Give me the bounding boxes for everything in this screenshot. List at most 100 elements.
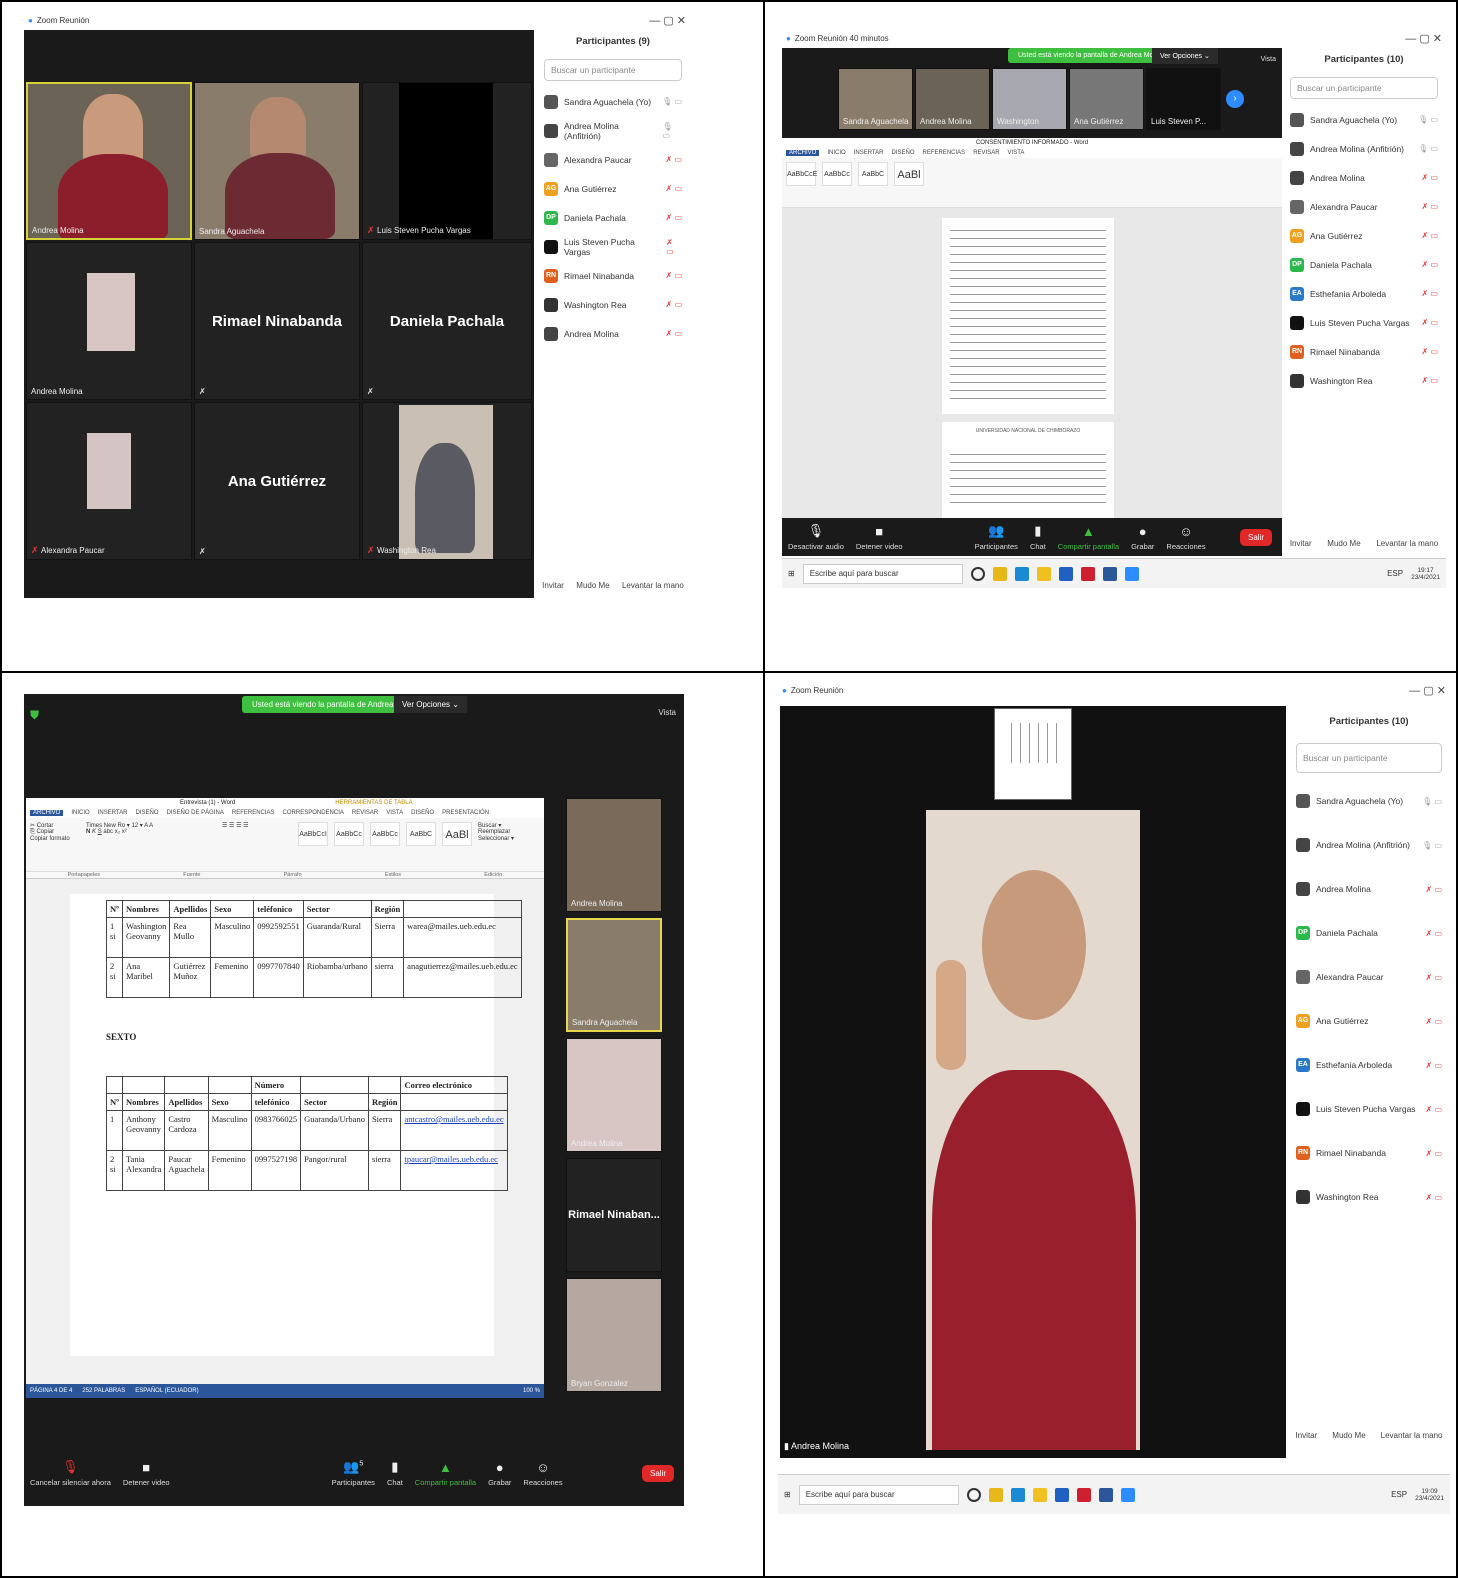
view-options-button[interactable]: Ver Opciones ⌄ — [394, 696, 467, 713]
chat-button[interactable]: ▮ Chat — [381, 1459, 409, 1487]
invite-button[interactable]: Invitar — [1290, 539, 1312, 548]
windows-start-icon[interactable]: ⊞ — [788, 569, 795, 578]
mic-status-icon[interactable]: ✗ ▭ — [666, 155, 682, 164]
stop-video-button[interactable]: ■ Detener video — [850, 524, 909, 551]
opera-icon[interactable] — [1080, 566, 1095, 581]
participant-row[interactable]: Sandra Aguachela (Yo) 🎙 ▭ — [1282, 105, 1446, 134]
taskbar-search[interactable]: Escribe aquí para buscar — [798, 1484, 959, 1505]
participant-row[interactable]: AG Ana Gutiérrez ✗ ▭ — [1282, 221, 1446, 250]
video-tile[interactable]: Rimael Ninabanda ✗ — [194, 242, 360, 400]
table-cell[interactable]: Tania Alexandra — [121, 1150, 166, 1191]
explorer-icon[interactable] — [1032, 1487, 1047, 1502]
participants-button[interactable]: 👥5 Participantes — [326, 1459, 381, 1487]
table-cell[interactable]: Anthony Geovanny — [121, 1110, 166, 1151]
participant-row[interactable]: Alexandra Paucar ✗ ▭ — [1282, 192, 1446, 221]
mic-status-icon[interactable]: ✗ ▭ — [1426, 1061, 1442, 1070]
next-page-icon[interactable]: › — [1226, 90, 1244, 108]
table-cell[interactable]: 0997707840 — [253, 957, 304, 998]
ribbon-tab[interactable]: INSERTAR — [98, 810, 128, 816]
ribbon-tab[interactable]: REVISAR — [352, 810, 378, 816]
ribbon-tab[interactable]: DISEÑO — [135, 810, 158, 816]
reactions-button[interactable]: ☺ Reacciones — [1160, 524, 1211, 551]
video-thumbnail[interactable]: Ana Gutiérrez — [1069, 68, 1144, 130]
ribbon-tab[interactable]: VISTA — [386, 810, 403, 816]
zoom-icon[interactable] — [1124, 566, 1139, 581]
opera-icon[interactable] — [1076, 1487, 1091, 1502]
table-cell[interactable]: Sierra — [370, 917, 405, 958]
share-screen-button[interactable]: ▲ Compartir pantalla — [1052, 524, 1125, 551]
ribbon-tab[interactable]: REFERENCIAS — [232, 810, 275, 816]
table-cell[interactable]: Femenino — [207, 1150, 252, 1191]
video-tile[interactable]: Andrea Molina — [26, 82, 192, 240]
video-tile[interactable]: Daniela Pachala ✗ — [362, 242, 532, 400]
table-cell[interactable]: Guaranda/Rural — [302, 917, 372, 958]
invite-button[interactable]: Invitar — [542, 581, 564, 590]
table-cell[interactable]: Masculino — [210, 917, 255, 958]
zoom-icon[interactable] — [1120, 1487, 1135, 1502]
search-input[interactable]: Buscar un participante — [1290, 77, 1438, 99]
mic-status-icon[interactable]: ✗ ▭ — [666, 300, 682, 309]
raise-hand-button[interactable]: Levantar la mano — [1381, 1431, 1443, 1440]
mic-status-icon[interactable]: 🎙 ▭ — [1422, 841, 1442, 850]
table-cell[interactable]: antcastro@mailes.ueb.edu.ec — [400, 1110, 508, 1151]
table-cell[interactable]: Washington Geovanny — [121, 917, 171, 958]
participant-row[interactable]: Andrea Molina ✗ ▭ — [1282, 163, 1446, 192]
mic-status-icon[interactable]: 🎙 ▭ — [1418, 144, 1438, 153]
table-cell[interactable]: 1 si — [106, 917, 123, 958]
mic-status-icon[interactable]: ✗ ▭ — [666, 329, 682, 338]
table-cell[interactable]: Riobamba/urbano — [302, 957, 372, 998]
participant-row[interactable]: EA Esthefania Arboleda ✗ ▭ — [1282, 279, 1446, 308]
mute-me-button[interactable]: Mudo Me — [1327, 539, 1360, 548]
store-icon[interactable] — [1054, 1487, 1069, 1502]
word-icon[interactable] — [1102, 566, 1117, 581]
mic-status-icon[interactable]: ✗ ▭ — [1422, 347, 1438, 356]
mic-status-icon[interactable]: ✗ ▭ — [1426, 1193, 1442, 1202]
video-tile[interactable]: Ana Gutiérrez ✗ — [194, 402, 360, 560]
table-cell[interactable]: Femenino — [210, 957, 255, 998]
mic-status-icon[interactable]: ✗ ▭ — [1422, 318, 1438, 327]
ribbon-tab[interactable]: DISEÑO DE PÁGINA — [167, 810, 224, 816]
participant-row[interactable]: AG Ana Gutiérrez ✗ ▭ — [1288, 999, 1450, 1043]
participant-row[interactable]: Andrea Molina ✗ ▭ — [536, 319, 690, 348]
video-tile[interactable]: Andrea Molina — [26, 242, 192, 400]
ribbon-tab[interactable]: DISEÑO — [411, 810, 434, 816]
leave-button[interactable]: Salir — [641, 1464, 674, 1482]
table-cell[interactable]: 0992592551 — [253, 917, 304, 958]
participant-row[interactable]: Alexandra Paucar ✗ ▭ — [536, 145, 690, 174]
participant-row[interactable]: Alexandra Paucar ✗ ▭ — [1288, 955, 1450, 999]
table-cell[interactable]: sierra — [370, 957, 405, 998]
mic-status-icon[interactable]: ✗ ▭ — [666, 271, 682, 280]
table-cell[interactable]: 2 si — [106, 957, 123, 998]
video-thumbnail[interactable]: Sandra Aguachela — [838, 68, 913, 130]
view-button[interactable]: Vista — [658, 708, 676, 717]
participant-row[interactable]: AG Ana Gutiérrez ✗ ▭ — [536, 174, 690, 203]
chat-button[interactable]: ▮ Chat — [1024, 523, 1052, 551]
mic-status-icon[interactable]: ✗ ▭ — [1422, 260, 1438, 269]
participant-row[interactable]: Washington Rea ✗ ▭ — [1282, 366, 1446, 395]
store-icon[interactable] — [1058, 566, 1073, 581]
mic-status-icon[interactable]: 🎙 ▭ — [662, 97, 682, 106]
mic-status-icon[interactable]: ✗ ▭ — [666, 238, 682, 256]
table-cell[interactable]: 1 — [106, 1110, 123, 1151]
mic-status-icon[interactable]: ✗ ▭ — [1422, 376, 1438, 385]
mic-status-icon[interactable]: ✗ ▭ — [1426, 1017, 1442, 1026]
reactions-button[interactable]: ☺ Reacciones — [517, 1460, 568, 1487]
table-cell[interactable]: Masculino — [207, 1110, 252, 1151]
cortana-icon[interactable] — [970, 566, 985, 581]
table-cell[interactable]: Sierra — [367, 1110, 402, 1151]
mic-status-icon[interactable]: ✗ ▭ — [1422, 289, 1438, 298]
participant-row[interactable]: RN Rimael Ninabanda ✗ ▭ — [536, 261, 690, 290]
video-tile[interactable]: Bryan Gonzalez — [566, 1278, 662, 1392]
chrome-icon[interactable] — [988, 1487, 1003, 1502]
participant-row[interactable]: EA Esthefania Arboleda ✗ ▭ — [1288, 1043, 1450, 1087]
ribbon-tab[interactable]: ARCHIVO — [30, 810, 64, 816]
participant-row[interactable]: DP Daniela Pachala ✗ ▭ — [1282, 250, 1446, 279]
view-options-button[interactable]: Ver Opciones ⌄ — [1152, 48, 1218, 64]
mute-me-button[interactable]: Mudo Me — [1332, 1431, 1365, 1440]
record-button[interactable]: ● Grabar — [482, 1460, 517, 1487]
video-tile[interactable]: Andrea Molina — [566, 798, 662, 912]
edge-icon[interactable] — [1014, 566, 1029, 581]
video-thumbnail[interactable]: Washington — [992, 68, 1067, 130]
table-cell[interactable]: tpaucar@mailes.ueb.edu.ec — [400, 1150, 508, 1191]
participant-row[interactable]: Luis Steven Pucha Vargas ✗ ▭ — [1288, 1087, 1450, 1131]
